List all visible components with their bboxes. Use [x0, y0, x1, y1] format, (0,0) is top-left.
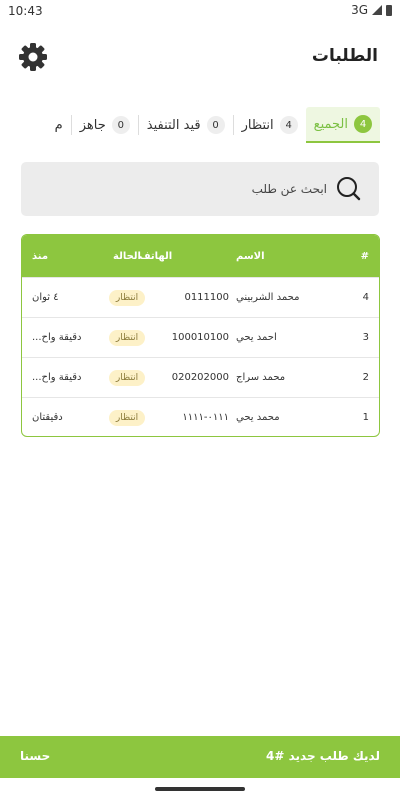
- tab-label: قيد التنفيذ: [146, 117, 201, 133]
- table-row[interactable]: 4 محمد الشربيني 0111100 انتظار ٤ ثوان: [22, 277, 379, 317]
- network-type: 3G: [351, 3, 368, 17]
- column-header-num: #: [360, 250, 369, 262]
- snackbar-ok-button[interactable]: حسنا: [20, 749, 50, 763]
- status-badge: انتظار: [108, 329, 146, 346]
- row-name: احمد يحي: [236, 332, 277, 343]
- row-since: دقيقتان: [32, 412, 63, 423]
- row-since: دقيقة واح...: [32, 332, 82, 343]
- status-badge: انتظار: [108, 289, 146, 306]
- signal-icon: [372, 5, 382, 15]
- page-title: الطلبات: [311, 46, 378, 66]
- tab-count: 4: [279, 116, 298, 134]
- tab-count: 0: [206, 116, 225, 134]
- search-input[interactable]: ابحث عن طلب: [21, 162, 379, 216]
- row-name: محمد يحي: [236, 412, 280, 423]
- tab-label: م: [54, 117, 63, 133]
- tab-label: جاهز: [79, 117, 106, 133]
- table-row[interactable]: 1 محمد يحي ٠١١١-١١١١ انتظار دقيقتان: [22, 397, 379, 436]
- status-time: 10:43: [8, 4, 43, 18]
- gesture-nav-handle[interactable]: [155, 787, 245, 791]
- tab-label: انتظار: [241, 117, 274, 133]
- table-header: # الاسم الهاتف الحالة منذ: [22, 235, 379, 277]
- row-number: 4: [362, 292, 369, 303]
- status-indicators: 3G: [351, 3, 392, 17]
- tab-count: 4: [354, 115, 372, 133]
- row-number: 2: [362, 372, 369, 383]
- filter-tabs: الجميع 4 انتظار 4 قيد التنفيذ 0 جاهز 0 م: [0, 106, 400, 144]
- tab-all[interactable]: الجميع 4: [305, 107, 380, 143]
- column-header-since: منذ: [32, 250, 49, 262]
- orders-table: # الاسم الهاتف الحالة منذ 4 محمد الشربين…: [21, 234, 380, 437]
- new-order-snackbar: لديك طلب جديد #4 حسنا: [0, 736, 400, 778]
- search-icon[interactable]: [335, 176, 361, 202]
- tab-ready[interactable]: جاهز 0: [72, 107, 138, 143]
- row-since: ٤ ثوان: [32, 292, 59, 303]
- row-number: 1: [362, 412, 369, 423]
- table-row[interactable]: 2 محمد سراج 020202000 انتظار دقيقة واح..…: [22, 357, 379, 397]
- status-badge: انتظار: [108, 369, 146, 386]
- row-name: محمد سراج: [236, 372, 286, 383]
- row-name: محمد الشربيني: [236, 292, 300, 303]
- search-placeholder: ابحث عن طلب: [251, 182, 327, 196]
- tab-more[interactable]: م: [47, 107, 71, 143]
- tab-waiting[interactable]: انتظار 4: [234, 107, 306, 143]
- column-header-name: الاسم: [236, 250, 265, 262]
- row-number: 3: [362, 332, 369, 343]
- app-header: الطلبات: [0, 40, 400, 76]
- tab-count: 0: [111, 116, 130, 134]
- tab-in-progress[interactable]: قيد التنفيذ 0: [139, 107, 233, 143]
- battery-icon: [386, 4, 392, 16]
- table-row[interactable]: 3 احمد يحي 100010100 انتظار دقيقة واح...: [22, 317, 379, 357]
- row-since: دقيقة واح...: [32, 372, 82, 383]
- status-badge: انتظار: [108, 409, 146, 426]
- status-bar: 10:43 3G: [0, 0, 400, 22]
- gear-icon[interactable]: [18, 42, 48, 72]
- tab-label: الجميع: [313, 116, 348, 132]
- snackbar-message: لديك طلب جديد #4: [266, 749, 380, 763]
